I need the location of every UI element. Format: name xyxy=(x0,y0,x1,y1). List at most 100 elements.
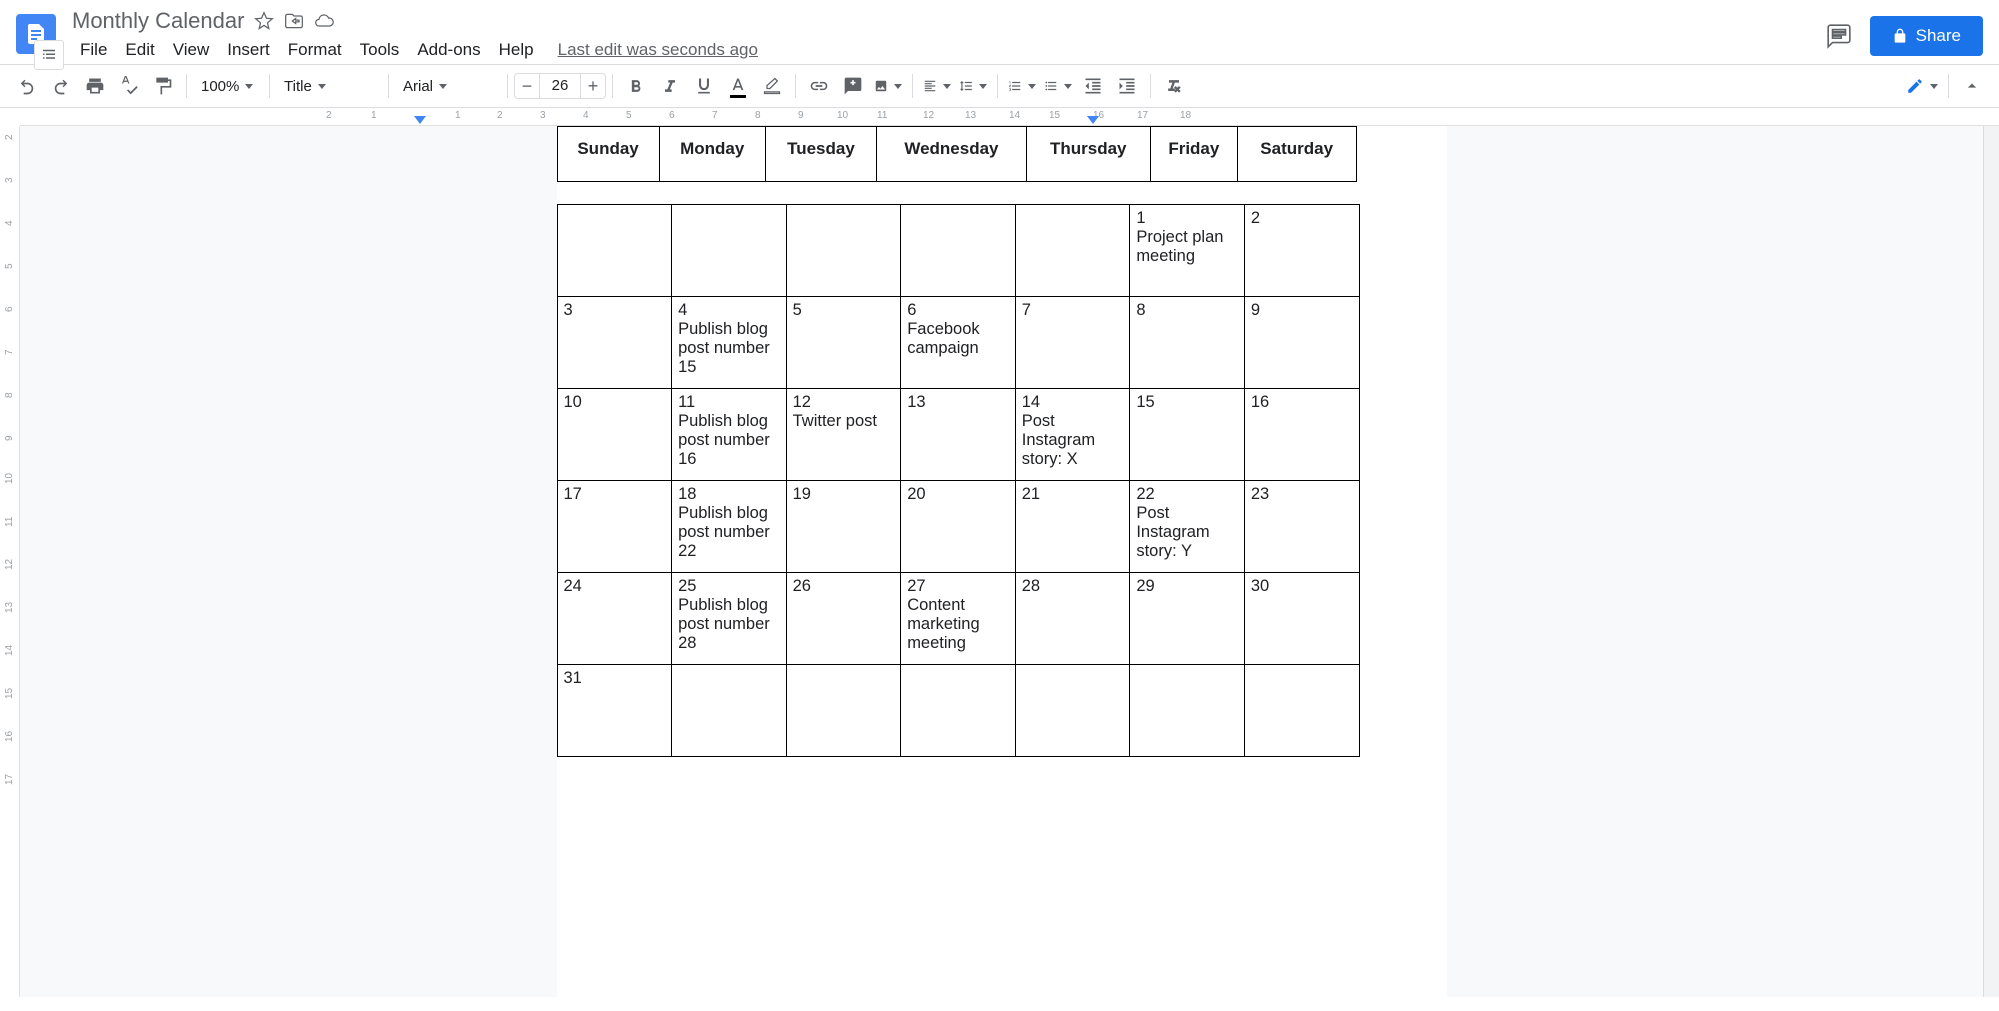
calendar-cell[interactable] xyxy=(786,205,901,297)
calendar-cell[interactable]: 26 xyxy=(786,573,901,665)
spellcheck-button[interactable] xyxy=(114,71,144,101)
insert-comment-button[interactable] xyxy=(838,71,868,101)
cloud-status-icon[interactable] xyxy=(314,11,334,31)
font-select[interactable]: Arial xyxy=(395,71,501,101)
calendar-cell[interactable]: 7 xyxy=(1015,297,1130,389)
calendar-cell[interactable]: 5 xyxy=(786,297,901,389)
calendar-cell[interactable]: 2 xyxy=(1244,205,1359,297)
share-button[interactable]: Share xyxy=(1870,16,1983,56)
print-button[interactable] xyxy=(80,71,110,101)
horizontal-ruler[interactable]: 21123456789101112131415161718 xyxy=(20,108,1999,126)
calendar-cell[interactable] xyxy=(1015,665,1130,757)
calendar-cell[interactable] xyxy=(672,205,787,297)
calendar-cell[interactable]: 11Publish blog post number 16 xyxy=(672,389,787,481)
menu-help[interactable]: Help xyxy=(491,36,542,64)
calendar-cell[interactable]: 27Content marketing meeting xyxy=(901,573,1016,665)
calendar-cell[interactable] xyxy=(1130,665,1245,757)
calendar-cell[interactable]: 16 xyxy=(1244,389,1359,481)
calendar-cell[interactable] xyxy=(901,205,1016,297)
menu-tools[interactable]: Tools xyxy=(352,36,408,64)
calendar-day-header[interactable]: Friday xyxy=(1150,127,1237,182)
highlight-button[interactable] xyxy=(757,71,787,101)
calendar-day-header[interactable]: Sunday xyxy=(557,127,659,182)
calendar-cell[interactable]: 19 xyxy=(786,481,901,573)
undo-button[interactable] xyxy=(12,71,42,101)
indent-increase-button[interactable] xyxy=(1112,71,1142,101)
menu-insert[interactable]: Insert xyxy=(219,36,278,64)
calendar-cell[interactable]: 24 xyxy=(557,573,672,665)
calendar-cell[interactable]: 1Project plan meeting xyxy=(1130,205,1245,297)
calendar-cell[interactable]: 17 xyxy=(557,481,672,573)
calendar-cell[interactable]: 9 xyxy=(1244,297,1359,389)
fontsize-decrease[interactable]: − xyxy=(514,73,540,99)
calendar-cell[interactable]: 31 xyxy=(557,665,672,757)
calendar-day-header[interactable]: Thursday xyxy=(1026,127,1150,182)
menu-addons[interactable]: Add-ons xyxy=(409,36,488,64)
calendar-cell[interactable] xyxy=(1015,205,1130,297)
indent-marker-left[interactable] xyxy=(414,116,426,124)
bulleted-list-button[interactable] xyxy=(1040,71,1076,101)
vertical-scrollbar[interactable] xyxy=(1983,126,1999,997)
text-color-button[interactable] xyxy=(723,71,753,101)
move-icon[interactable] xyxy=(284,11,304,31)
calendar-cell[interactable]: 10 xyxy=(557,389,672,481)
insert-image-button[interactable] xyxy=(870,71,906,101)
calendar-cell[interactable]: 20 xyxy=(901,481,1016,573)
paint-format-button[interactable] xyxy=(148,71,178,101)
italic-button[interactable] xyxy=(655,71,685,101)
calendar-cell[interactable]: 21 xyxy=(1015,481,1130,573)
calendar-cell[interactable]: 18Publish blog post number 22 xyxy=(672,481,787,573)
bold-button[interactable] xyxy=(621,71,651,101)
calendar-body-table[interactable]: 1Project plan meeting234Publish blog pos… xyxy=(557,204,1360,757)
style-select[interactable]: Title xyxy=(276,71,382,101)
calendar-cell[interactable] xyxy=(557,205,672,297)
line-spacing-button[interactable] xyxy=(955,71,991,101)
calendar-cell[interactable]: 6Facebook campaign xyxy=(901,297,1016,389)
editing-mode-button[interactable] xyxy=(1902,71,1942,101)
last-edit-link[interactable]: Last edit was seconds ago xyxy=(558,40,758,60)
outline-button[interactable] xyxy=(34,40,64,70)
calendar-cell[interactable]: 29 xyxy=(1130,573,1245,665)
calendar-cell[interactable]: 23 xyxy=(1244,481,1359,573)
doc-title[interactable]: Monthly Calendar xyxy=(72,8,244,34)
calendar-day-header[interactable]: Monday xyxy=(659,127,765,182)
calendar-cell[interactable]: 25Publish blog post number 28 xyxy=(672,573,787,665)
menu-edit[interactable]: Edit xyxy=(117,36,162,64)
indent-marker-right[interactable] xyxy=(1087,116,1099,124)
calendar-cell[interactable] xyxy=(901,665,1016,757)
redo-button[interactable] xyxy=(46,71,76,101)
fontsize-value[interactable]: 26 xyxy=(540,73,580,99)
star-icon[interactable] xyxy=(254,11,274,31)
calendar-cell[interactable] xyxy=(786,665,901,757)
fontsize-increase[interactable]: + xyxy=(580,73,606,99)
calendar-cell[interactable]: 8 xyxy=(1130,297,1245,389)
document-canvas[interactable]: SundayMondayTuesdayWednesdayThursdayFrid… xyxy=(20,126,1983,997)
calendar-cell[interactable]: 15 xyxy=(1130,389,1245,481)
collapse-toolbar-button[interactable] xyxy=(1957,71,1987,101)
zoom-select[interactable]: 100% xyxy=(193,71,263,101)
calendar-cell[interactable]: 13 xyxy=(901,389,1016,481)
calendar-day-header[interactable]: Saturday xyxy=(1237,127,1356,182)
menu-view[interactable]: View xyxy=(165,36,218,64)
comments-icon[interactable] xyxy=(1826,23,1852,49)
indent-decrease-button[interactable] xyxy=(1078,71,1108,101)
clear-formatting-button[interactable] xyxy=(1159,71,1189,101)
calendar-cell[interactable]: 3 xyxy=(557,297,672,389)
underline-button[interactable] xyxy=(689,71,719,101)
calendar-header-table[interactable]: SundayMondayTuesdayWednesdayThursdayFrid… xyxy=(557,126,1357,182)
numbered-list-button[interactable] xyxy=(1004,71,1040,101)
calendar-cell[interactable]: 22Post Instagram story: Y xyxy=(1130,481,1245,573)
calendar-cell[interactable] xyxy=(1244,665,1359,757)
menu-file[interactable]: File xyxy=(72,36,115,64)
calendar-cell[interactable]: 14Post Instagram story: X xyxy=(1015,389,1130,481)
calendar-cell[interactable]: 12Twitter post xyxy=(786,389,901,481)
menu-format[interactable]: Format xyxy=(280,36,350,64)
calendar-cell[interactable]: 30 xyxy=(1244,573,1359,665)
vertical-ruler[interactable]: 234567891011121314151617 xyxy=(0,126,20,997)
insert-link-button[interactable] xyxy=(804,71,834,101)
calendar-cell[interactable] xyxy=(672,665,787,757)
calendar-cell[interactable]: 4Publish blog post number 15 xyxy=(672,297,787,389)
calendar-day-header[interactable]: Tuesday xyxy=(765,127,876,182)
calendar-cell[interactable]: 28 xyxy=(1015,573,1130,665)
align-button[interactable] xyxy=(919,71,955,101)
